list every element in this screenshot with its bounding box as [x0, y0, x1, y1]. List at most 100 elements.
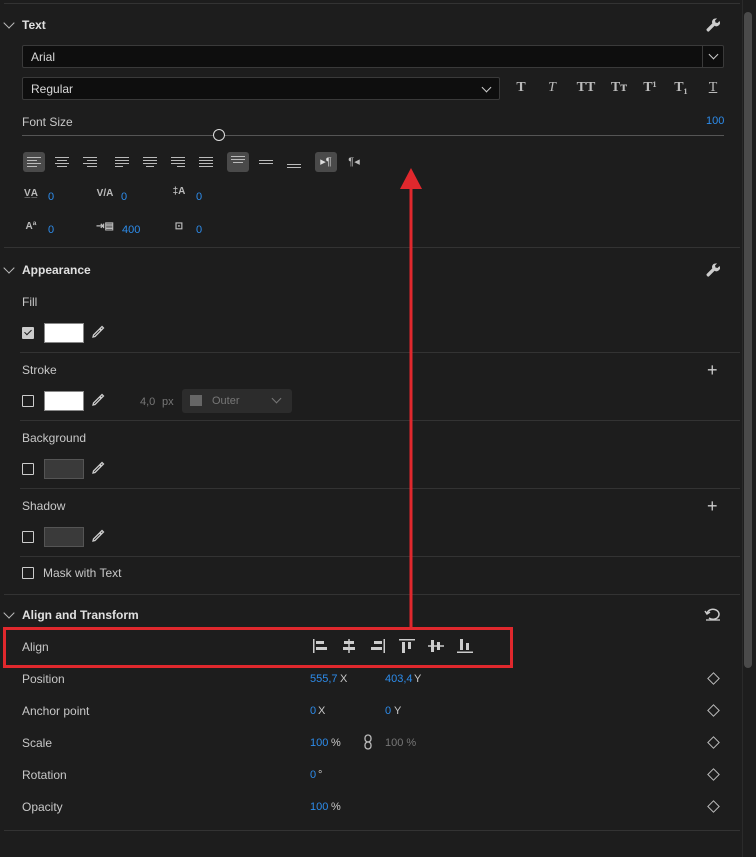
align-transform-section-title: Align and Transform — [22, 608, 139, 622]
stroke-outer-icon — [190, 395, 202, 406]
font-family-dropdown[interactable]: Arial — [22, 45, 724, 68]
font-style-value: Regular — [31, 82, 74, 96]
position-x-value[interactable]: 555,7 — [310, 673, 338, 685]
stroke-checkbox[interactable] — [22, 395, 34, 407]
anchor-x-value[interactable]: 0 — [310, 705, 316, 717]
opacity-unit: % — [331, 801, 341, 813]
chevron-down-icon — [708, 49, 719, 60]
justify-right-button[interactable] — [167, 152, 189, 172]
justify-center-button[interactable] — [139, 152, 161, 172]
add-stroke-plus-icon[interactable]: + — [707, 361, 718, 379]
wrench-icon[interactable] — [705, 17, 721, 33]
scale-label: Scale — [22, 736, 53, 750]
font-style-dropdown[interactable]: Regular — [22, 77, 500, 100]
eyedropper-icon[interactable] — [91, 393, 105, 409]
reset-icon[interactable] — [704, 606, 722, 622]
fill-label: Fill — [22, 295, 38, 309]
justify-all-button[interactable] — [195, 152, 217, 172]
scale-linked-value: 100 % — [385, 737, 417, 749]
font-family-dropdown-button[interactable] — [702, 45, 725, 68]
stroke-width-value[interactable]: 4,0 — [140, 396, 155, 408]
align-bottom-text-button[interactable] — [283, 152, 305, 172]
shadow-color-swatch[interactable] — [44, 527, 84, 547]
divider — [4, 247, 740, 248]
divider — [20, 352, 740, 353]
opacity-value[interactable]: 100 — [310, 801, 328, 813]
stroke-type-value: Outer — [212, 395, 240, 407]
scale-unit: % — [331, 737, 341, 749]
all-caps-button[interactable]: TT — [573, 80, 599, 96]
tsume-value[interactable]: 400 — [122, 224, 140, 236]
add-shadow-plus-icon[interactable]: + — [707, 497, 718, 515]
anchor-y-suffix: Y — [394, 705, 402, 717]
tracking-icon: V/A — [96, 188, 114, 199]
shadow-checkbox[interactable] — [22, 531, 34, 543]
font-family-value: Arial — [31, 50, 56, 64]
divider — [4, 3, 740, 4]
align-center-button[interactable] — [51, 152, 73, 172]
rotation-value[interactable]: 0 — [310, 769, 316, 781]
ltr-text-direction-icon[interactable]: ▸¶ — [315, 152, 337, 172]
tab-width-value[interactable]: 0 — [196, 224, 202, 236]
scrollbar-thumb[interactable] — [744, 12, 752, 668]
stroke-type-dropdown[interactable]: Outer — [182, 389, 292, 413]
kerning-value[interactable]: 0 — [48, 191, 54, 203]
mask-with-text-checkbox[interactable] — [22, 567, 34, 579]
position-x-suffix: X — [340, 673, 348, 685]
divider — [20, 556, 740, 557]
divider — [4, 594, 740, 595]
mask-with-text-label: Mask with Text — [43, 566, 122, 580]
shadow-label: Shadow — [22, 499, 66, 513]
font-size-value[interactable]: 100 — [706, 115, 724, 127]
chevron-down-icon — [481, 82, 492, 93]
align-middle-text-button[interactable] — [255, 152, 277, 172]
baseline-shift-icon: Aª — [25, 221, 37, 232]
fill-checkbox[interactable] — [22, 327, 34, 339]
fill-color-swatch[interactable] — [44, 323, 84, 343]
stroke-label: Stroke — [22, 363, 57, 377]
justify-left-button[interactable] — [111, 152, 133, 172]
baseline-shift-value[interactable]: 0 — [48, 224, 54, 236]
anchor-point-label: Anchor point — [22, 704, 90, 718]
anchor-x-suffix: X — [318, 705, 326, 717]
stroke-color-swatch[interactable] — [44, 391, 84, 411]
background-label: Background — [22, 431, 87, 445]
properties-panel — [0, 0, 743, 830]
background-color-swatch[interactable] — [44, 459, 84, 479]
font-size-slider-handle[interactable] — [212, 129, 225, 141]
background-checkbox[interactable] — [22, 463, 34, 475]
divider — [20, 488, 740, 489]
eyedropper-icon[interactable] — [91, 529, 105, 545]
align-right-button[interactable] — [79, 152, 101, 172]
chevron-down-icon — [271, 393, 282, 404]
tab-width-icon: ⊡ — [174, 221, 184, 232]
faux-italic-button[interactable]: T — [541, 80, 563, 96]
text-section-title: Text — [22, 18, 46, 32]
position-y-suffix: Y — [414, 673, 422, 685]
small-caps-button[interactable]: Tт — [606, 80, 632, 96]
leading-value[interactable]: 0 — [196, 191, 202, 203]
scale-value[interactable]: 100 — [310, 737, 328, 749]
eyedropper-icon[interactable] — [91, 461, 105, 477]
opacity-label: Opacity — [22, 800, 63, 814]
kerning-icon: V̲A̲ — [24, 188, 38, 199]
position-label: Position — [22, 672, 65, 686]
superscript-button[interactable]: T¹ — [639, 80, 661, 96]
eyedropper-icon[interactable] — [91, 325, 105, 341]
wrench-icon[interactable] — [705, 262, 721, 278]
divider — [4, 830, 740, 831]
align-left-button[interactable] — [23, 152, 45, 172]
annotation-highlight-box — [3, 627, 513, 668]
rtl-text-direction-icon[interactable]: ¶◂ — [343, 152, 365, 172]
link-chain-icon[interactable] — [363, 734, 373, 750]
faux-bold-button[interactable]: T — [510, 80, 532, 96]
underline-button[interactable]: T — [702, 80, 724, 96]
anchor-y-value[interactable]: 0 — [385, 705, 391, 717]
align-top-text-button[interactable] — [227, 152, 249, 172]
subscript-button[interactable]: T₁ — [670, 80, 692, 96]
divider — [20, 420, 740, 421]
leading-icon: ‡A — [172, 186, 186, 197]
position-y-value[interactable]: 403,4 — [385, 673, 413, 685]
font-size-slider[interactable] — [22, 135, 724, 136]
tracking-value[interactable]: 0 — [121, 191, 127, 203]
